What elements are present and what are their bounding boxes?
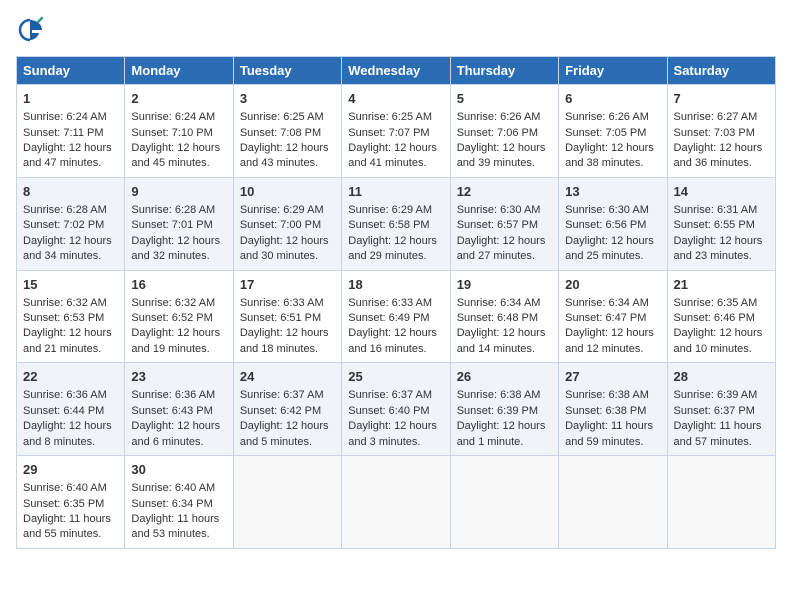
col-header-friday: Friday: [559, 57, 667, 85]
col-header-wednesday: Wednesday: [342, 57, 450, 85]
day-number: 23: [131, 368, 226, 386]
day-number: 21: [674, 276, 769, 294]
calendar-cell: 30Sunrise: 6:40 AMSunset: 6:34 PMDayligh…: [125, 456, 233, 549]
day-number: 17: [240, 276, 335, 294]
calendar-cell: [667, 456, 775, 549]
calendar-table: SundayMondayTuesdayWednesdayThursdayFrid…: [16, 56, 776, 549]
day-number: 9: [131, 183, 226, 201]
day-number: 29: [23, 461, 118, 479]
calendar-cell: 19Sunrise: 6:34 AMSunset: 6:48 PMDayligh…: [450, 270, 558, 363]
calendar-cell: 2Sunrise: 6:24 AMSunset: 7:10 PMDaylight…: [125, 85, 233, 178]
col-header-tuesday: Tuesday: [233, 57, 341, 85]
day-number: 1: [23, 90, 118, 108]
calendar-cell: 24Sunrise: 6:37 AMSunset: 6:42 PMDayligh…: [233, 363, 341, 456]
calendar-cell: 27Sunrise: 6:38 AMSunset: 6:38 PMDayligh…: [559, 363, 667, 456]
calendar-cell: 14Sunrise: 6:31 AMSunset: 6:55 PMDayligh…: [667, 177, 775, 270]
calendar-cell: 10Sunrise: 6:29 AMSunset: 7:00 PMDayligh…: [233, 177, 341, 270]
col-header-saturday: Saturday: [667, 57, 775, 85]
calendar-cell: 29Sunrise: 6:40 AMSunset: 6:35 PMDayligh…: [17, 456, 125, 549]
calendar-cell: [233, 456, 341, 549]
calendar-cell: 28Sunrise: 6:39 AMSunset: 6:37 PMDayligh…: [667, 363, 775, 456]
week-row-5: 29Sunrise: 6:40 AMSunset: 6:35 PMDayligh…: [17, 456, 776, 549]
calendar-cell: [559, 456, 667, 549]
calendar-cell: 9Sunrise: 6:28 AMSunset: 7:01 PMDaylight…: [125, 177, 233, 270]
day-number: 27: [565, 368, 660, 386]
day-number: 16: [131, 276, 226, 294]
day-number: 6: [565, 90, 660, 108]
day-number: 19: [457, 276, 552, 294]
calendar-cell: 4Sunrise: 6:25 AMSunset: 7:07 PMDaylight…: [342, 85, 450, 178]
calendar-cell: 3Sunrise: 6:25 AMSunset: 7:08 PMDaylight…: [233, 85, 341, 178]
logo: [16, 16, 48, 44]
day-number: 2: [131, 90, 226, 108]
calendar-cell: 16Sunrise: 6:32 AMSunset: 6:52 PMDayligh…: [125, 270, 233, 363]
week-row-4: 22Sunrise: 6:36 AMSunset: 6:44 PMDayligh…: [17, 363, 776, 456]
calendar-cell: 21Sunrise: 6:35 AMSunset: 6:46 PMDayligh…: [667, 270, 775, 363]
calendar-cell: 12Sunrise: 6:30 AMSunset: 6:57 PMDayligh…: [450, 177, 558, 270]
day-number: 26: [457, 368, 552, 386]
week-row-2: 8Sunrise: 6:28 AMSunset: 7:02 PMDaylight…: [17, 177, 776, 270]
col-header-sunday: Sunday: [17, 57, 125, 85]
day-number: 12: [457, 183, 552, 201]
calendar-cell: 25Sunrise: 6:37 AMSunset: 6:40 PMDayligh…: [342, 363, 450, 456]
calendar-cell: 26Sunrise: 6:38 AMSunset: 6:39 PMDayligh…: [450, 363, 558, 456]
page-header: [16, 16, 776, 44]
calendar-cell: 6Sunrise: 6:26 AMSunset: 7:05 PMDaylight…: [559, 85, 667, 178]
col-header-monday: Monday: [125, 57, 233, 85]
calendar-cell: [342, 456, 450, 549]
day-number: 25: [348, 368, 443, 386]
day-number: 15: [23, 276, 118, 294]
calendar-cell: 11Sunrise: 6:29 AMSunset: 6:58 PMDayligh…: [342, 177, 450, 270]
calendar-cell: 5Sunrise: 6:26 AMSunset: 7:06 PMDaylight…: [450, 85, 558, 178]
calendar-cell: 18Sunrise: 6:33 AMSunset: 6:49 PMDayligh…: [342, 270, 450, 363]
day-number: 18: [348, 276, 443, 294]
calendar-cell: [450, 456, 558, 549]
calendar-cell: 15Sunrise: 6:32 AMSunset: 6:53 PMDayligh…: [17, 270, 125, 363]
calendar-cell: 17Sunrise: 6:33 AMSunset: 6:51 PMDayligh…: [233, 270, 341, 363]
calendar-cell: 23Sunrise: 6:36 AMSunset: 6:43 PMDayligh…: [125, 363, 233, 456]
general-blue-logo-icon: [16, 16, 44, 44]
calendar-cell: 20Sunrise: 6:34 AMSunset: 6:47 PMDayligh…: [559, 270, 667, 363]
day-number: 3: [240, 90, 335, 108]
week-row-3: 15Sunrise: 6:32 AMSunset: 6:53 PMDayligh…: [17, 270, 776, 363]
day-number: 4: [348, 90, 443, 108]
day-number: 13: [565, 183, 660, 201]
day-number: 7: [674, 90, 769, 108]
day-number: 24: [240, 368, 335, 386]
col-header-thursday: Thursday: [450, 57, 558, 85]
week-row-1: 1Sunrise: 6:24 AMSunset: 7:11 PMDaylight…: [17, 85, 776, 178]
day-number: 28: [674, 368, 769, 386]
calendar-cell: 1Sunrise: 6:24 AMSunset: 7:11 PMDaylight…: [17, 85, 125, 178]
calendar-cell: 13Sunrise: 6:30 AMSunset: 6:56 PMDayligh…: [559, 177, 667, 270]
day-number: 10: [240, 183, 335, 201]
calendar-cell: 7Sunrise: 6:27 AMSunset: 7:03 PMDaylight…: [667, 85, 775, 178]
day-number: 8: [23, 183, 118, 201]
day-number: 20: [565, 276, 660, 294]
day-number: 14: [674, 183, 769, 201]
day-number: 30: [131, 461, 226, 479]
calendar-cell: 8Sunrise: 6:28 AMSunset: 7:02 PMDaylight…: [17, 177, 125, 270]
day-number: 5: [457, 90, 552, 108]
day-number: 22: [23, 368, 118, 386]
calendar-cell: 22Sunrise: 6:36 AMSunset: 6:44 PMDayligh…: [17, 363, 125, 456]
day-number: 11: [348, 183, 443, 201]
